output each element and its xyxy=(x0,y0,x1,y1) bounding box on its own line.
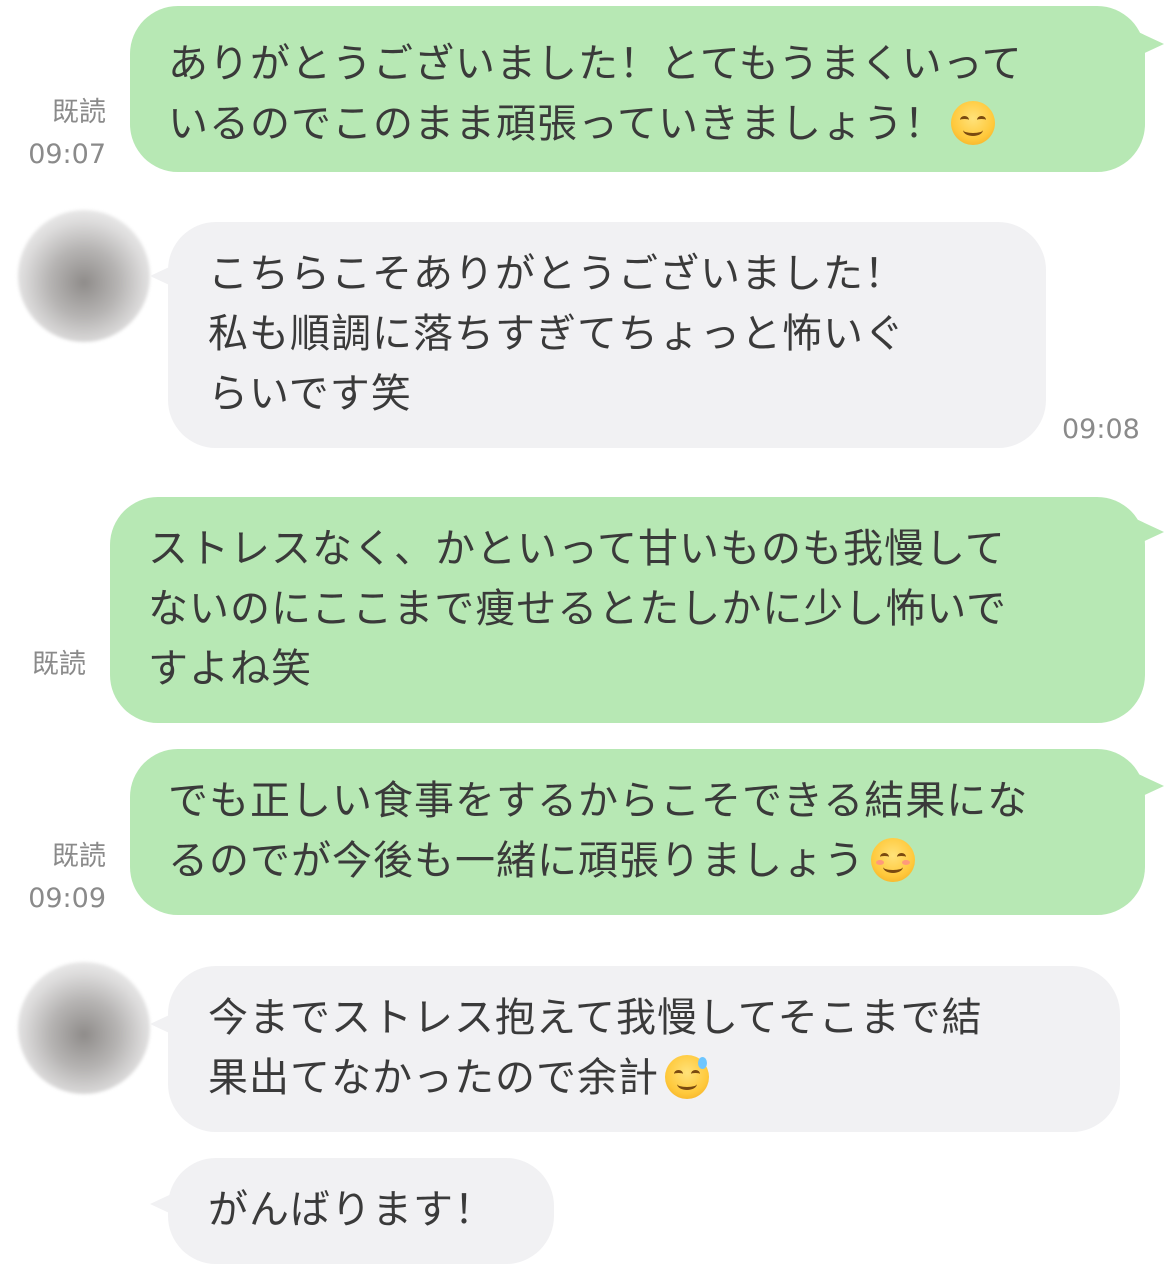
received-message-bubble[interactable]: がんばります！ xyxy=(168,1158,554,1264)
grinning-sweat-face-icon xyxy=(665,1055,709,1099)
read-label: 既読 xyxy=(52,97,106,128)
received-message-bubble[interactable]: こちらこそありがとうございました！ 私も順調に落ちすぎてちょっと怖いぐ らいです… xyxy=(168,222,1046,448)
sent-message-bubble[interactable]: でも正しい食事をするからこそできる結果にな るのでが今後も一緒に頑張りましょう xyxy=(130,749,1145,915)
message-line: 今までストレス抱えて我慢してそこまで結 xyxy=(208,995,983,1041)
message-time: 09:07 xyxy=(28,139,106,170)
read-label: 既読 xyxy=(32,649,86,680)
message-time: 09:09 xyxy=(28,883,106,914)
message-line: ありがとうございました！とてもうまくいって xyxy=(168,41,1023,87)
relaxed-face-icon xyxy=(871,838,915,882)
bubble-tail xyxy=(1134,30,1164,58)
message-line: 果出てなかったので余計 xyxy=(208,1055,659,1101)
read-receipt: 既読 xyxy=(20,644,86,686)
message-line: ないのにここまで痩せるとたしかに少し怖いで xyxy=(148,586,1007,632)
message-line: でも正しい食事をするからこそできる結果にな xyxy=(168,778,1029,824)
message-line: すよね笑 xyxy=(148,646,312,692)
read-receipt: 既読 09:07 xyxy=(20,92,106,176)
message-line: ストレスなく、かといって甘いものも我慢して xyxy=(148,526,1006,572)
message-line: らいです笑 xyxy=(208,371,412,417)
sent-message-bubble[interactable]: ありがとうございました！とてもうまくいって いるのでこのまま頑張っていきましょう… xyxy=(130,6,1145,172)
message-line: がんばります！ xyxy=(208,1187,495,1233)
received-message-bubble[interactable]: 今までストレス抱えて我慢してそこまで結 果出てなかったので余計 xyxy=(168,966,1120,1132)
read-receipt: 既読 09:09 xyxy=(20,836,106,920)
bubble-tail xyxy=(1134,518,1164,546)
message-line: いるのでこのまま頑張っていきましょう！ xyxy=(168,101,945,147)
sent-message-bubble[interactable]: ストレスなく、かといって甘いものも我慢して ないのにここまで痩せるとたしかに少し… xyxy=(110,497,1145,723)
bubble-tail xyxy=(1134,772,1164,800)
message-time: 09:08 xyxy=(1062,414,1140,445)
message-line: こちらこそありがとうございました！ xyxy=(208,251,905,297)
smiling-face-icon xyxy=(951,101,995,145)
message-line: るのでが今後も一緒に頑張りましょう xyxy=(168,838,865,884)
message-line: 私も順調に落ちすぎてちょっと怖いぐ xyxy=(208,311,905,357)
avatar[interactable] xyxy=(18,210,150,342)
avatar[interactable] xyxy=(18,962,150,1094)
read-label: 既読 xyxy=(52,841,106,872)
